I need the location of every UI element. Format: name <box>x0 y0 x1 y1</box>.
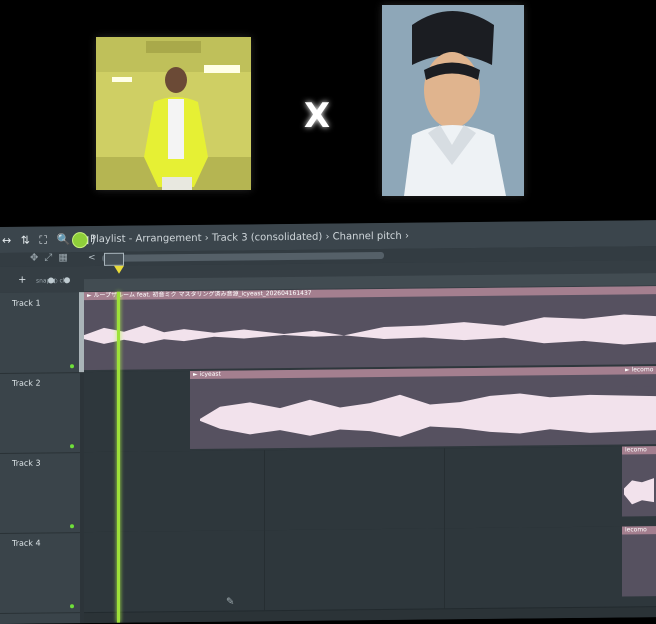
audio-clip-track3-end[interactable]: lecomo <box>622 446 656 517</box>
mouse-cursor-icon: ✎ <box>226 596 235 608</box>
track-label: Track 3 <box>12 458 41 468</box>
versus-mark: X <box>303 96 331 136</box>
audio-clip-track1[interactable]: ► ループザルーム feat. 初音ミク マスタリング済み音源_icyeast_… <box>84 286 656 371</box>
track-headers: Track 1 Track 2 Track 3 Track 4 <box>0 292 80 624</box>
track-lane-3[interactable] <box>84 446 656 534</box>
playlist-window: ↔ ⇅ ⛶ 🔍 ◀) Playlist - Arrangement › Trac… <box>0 220 656 624</box>
knob-icon[interactable] <box>64 277 70 284</box>
playhead-line[interactable] <box>117 291 120 623</box>
knob-icon[interactable] <box>48 277 54 284</box>
track-mute-led-icon[interactable] <box>70 364 74 369</box>
track-header-4[interactable]: Track 4 <box>0 532 80 614</box>
track-header-2[interactable]: Track 2 <box>0 372 80 454</box>
track-header-1[interactable]: Track 1 <box>0 292 80 374</box>
playlist-lanes[interactable]: ► ループザルーム feat. 初音ミク マスタリング済み音源_icyeast_… <box>84 286 656 624</box>
audio-clip-track2-end[interactable]: ► lecomo <box>622 366 656 387</box>
edit-tool-icons[interactable]: ✥⤢▦ <box>30 252 74 263</box>
add-track-button[interactable]: + <box>18 275 26 286</box>
track-mute-led-icon[interactable] <box>70 604 74 609</box>
window-title: Playlist - Arrangement › Track 3 (consol… <box>90 230 409 246</box>
horizontal-scrollbar[interactable] <box>102 251 384 262</box>
scrollbar-thumb[interactable] <box>104 252 124 266</box>
track-label: Track 4 <box>12 538 41 548</box>
playhead-marker-icon[interactable] <box>114 265 124 274</box>
track-mute-led-icon[interactable] <box>70 524 74 529</box>
track-label: Track 1 <box>12 298 41 308</box>
selected-track-strip <box>79 292 84 373</box>
caricature-image-right <box>382 5 524 196</box>
track-mute-led-icon[interactable] <box>70 444 74 449</box>
artist-photo-left <box>96 37 251 190</box>
audio-clip-track4-end[interactable]: lecomo <box>622 526 656 597</box>
track-header-3[interactable]: Track 3 <box>0 452 80 534</box>
scroll-left-button[interactable]: < <box>88 253 96 263</box>
fl-logo-icon[interactable] <box>72 232 88 249</box>
clip-label: lecomo <box>622 526 656 535</box>
track-lane-4[interactable] <box>84 526 656 614</box>
clip-label: ► lecomo <box>622 366 656 375</box>
track-label: Track 2 <box>12 378 41 388</box>
audio-clip-track2[interactable]: ► icyeast <box>190 366 656 450</box>
